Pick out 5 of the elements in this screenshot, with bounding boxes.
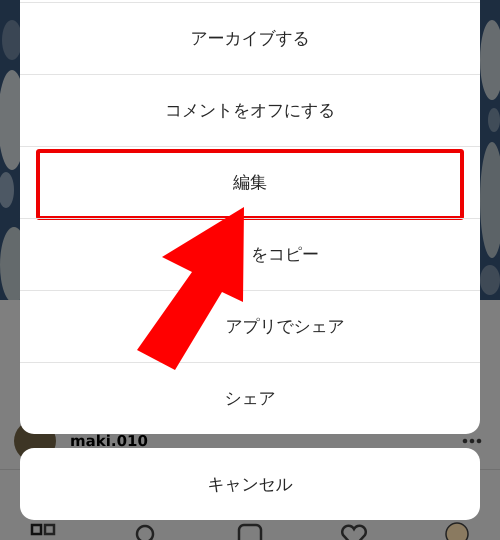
menu-item[interactable]: アーカイブする xyxy=(20,2,480,74)
username[interactable]: maki.010 xyxy=(70,434,448,448)
menu-item[interactable]: コメントをオフにする xyxy=(20,74,480,146)
cancel-button[interactable]: キャンセル xyxy=(20,448,480,520)
menu-item[interactable]: 編集 xyxy=(20,146,480,218)
